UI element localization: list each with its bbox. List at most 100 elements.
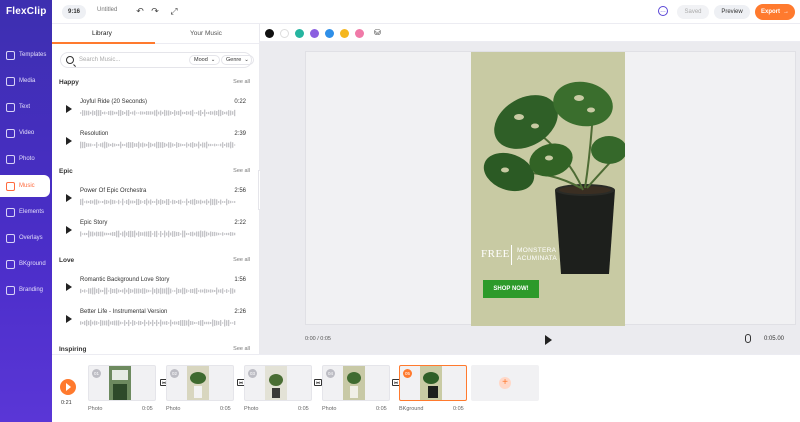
sidebar-item-branding[interactable]: Branding <box>0 279 52 301</box>
export-button[interactable]: Export → <box>755 4 795 20</box>
color-swatch[interactable] <box>280 29 289 38</box>
waveform[interactable] <box>80 230 236 238</box>
play-icon[interactable] <box>545 335 552 345</box>
undo-icon[interactable]: ↶ <box>134 5 146 17</box>
waveform-bar <box>90 319 92 327</box>
list-item[interactable]: Resolution 2:39 <box>52 129 259 159</box>
color-swatch[interactable] <box>325 29 334 38</box>
waveform-bar <box>202 111 204 115</box>
timeline-clip[interactable]: 04 <box>322 365 390 401</box>
waveform-bar <box>106 200 108 204</box>
waveform-bar <box>136 112 138 114</box>
sidebar-item-photo[interactable]: Photo <box>0 148 52 170</box>
genre-dropdown[interactable]: Genre ⌄ <box>221 55 254 65</box>
transition-icon[interactable]: ⧓ <box>314 379 322 386</box>
waveform-bar <box>94 199 96 205</box>
play-icon[interactable] <box>66 137 72 145</box>
waveform-bar <box>144 111 146 115</box>
waveform[interactable] <box>80 287 236 295</box>
waveform-bar <box>102 201 104 203</box>
waveform[interactable] <box>80 198 236 206</box>
color-swatch[interactable] <box>295 29 304 38</box>
waveform-bar <box>222 142 224 148</box>
see-all-inspiring[interactable]: See all <box>233 346 250 352</box>
play-icon[interactable] <box>66 315 72 323</box>
color-swatch[interactable] <box>265 29 274 38</box>
sidebar-item-video[interactable]: Video <box>0 122 52 144</box>
waveform-bar <box>152 233 154 235</box>
preview-button[interactable]: Preview <box>714 5 750 19</box>
timeline-clip[interactable]: 01 <box>88 365 156 401</box>
redo-icon[interactable]: ↷ <box>149 5 161 17</box>
sidebar-item-text[interactable]: Text <box>0 96 52 118</box>
sidebar-item-music[interactable]: Music <box>0 175 50 197</box>
timeline-clip[interactable]: 02 <box>166 365 234 401</box>
see-all-happy[interactable]: See all <box>233 79 250 85</box>
list-item[interactable]: Joyful Ride (20 Seconds) 0:22 <box>52 97 259 127</box>
waveform[interactable] <box>80 319 236 327</box>
waveform-bar <box>100 110 102 116</box>
color-swatch[interactable] <box>355 29 364 38</box>
waveform-bar <box>82 233 84 235</box>
waveform-bar <box>196 231 198 237</box>
flexclip-logo[interactable]: FlexClip <box>6 6 47 17</box>
waveform-bar <box>194 198 196 206</box>
sidebar-item-templates[interactable]: Templates <box>0 44 52 66</box>
shop-now-button[interactable]: SHOP NOW! <box>483 280 539 298</box>
waveform-bar <box>218 321 220 325</box>
waveform-bar <box>98 322 100 324</box>
waveform-bar <box>142 201 144 203</box>
list-item[interactable]: Romantic Background Love Story 1:56 <box>52 275 259 305</box>
free-text[interactable]: FREE <box>481 248 510 260</box>
waveform-bar <box>156 198 158 206</box>
color-swatch[interactable] <box>340 29 349 38</box>
list-item[interactable]: Power Of Epic Orchestra 2:56 <box>52 186 259 216</box>
waveform-bar <box>162 141 164 149</box>
waveform-bar <box>120 109 122 117</box>
search-input[interactable]: Search Music... <box>79 57 120 63</box>
sidebar-item-overlays[interactable]: Overlays <box>0 227 52 249</box>
waveform-bar <box>234 321 236 325</box>
play-icon[interactable] <box>66 105 72 113</box>
timeline-clip-selected[interactable]: 05 <box>399 365 467 401</box>
waveform-bar <box>174 321 176 325</box>
feedback-icon[interactable]: … <box>658 6 668 16</box>
artboard[interactable]: FREE MONSTERA ACUMINATA SHOP NOW! <box>471 52 625 326</box>
fullscreen-icon[interactable]: ⤢ <box>168 5 180 17</box>
waveform-bar <box>154 143 156 147</box>
see-all-love[interactable]: See all <box>233 257 250 263</box>
waveform[interactable] <box>80 109 236 117</box>
play-icon[interactable] <box>66 283 72 291</box>
see-all-epic[interactable]: See all <box>233 168 250 174</box>
music-search-box[interactable]: Search Music... Mood ⌄ Genre ⌄ <box>60 52 254 68</box>
waveform-bar <box>158 322 160 324</box>
play-icon[interactable] <box>66 226 72 234</box>
microphone-icon[interactable] <box>745 334 751 343</box>
waveform-bar <box>118 199 120 205</box>
list-item[interactable]: Better Life - Instrumental Version 2:26 <box>52 307 259 337</box>
play-icon[interactable] <box>66 194 72 202</box>
waveform-bar <box>104 320 106 326</box>
timeline-clip[interactable]: 03 <box>244 365 312 401</box>
waveform-bar <box>162 111 164 115</box>
sidebar-item-background[interactable]: BKground <box>0 253 52 275</box>
aspect-ratio-button[interactable]: 9:16 <box>62 5 86 19</box>
tab-your-music[interactable]: Your Music <box>190 30 222 37</box>
waveform[interactable] <box>80 141 236 149</box>
color-swatch[interactable] <box>310 29 319 38</box>
product-name[interactable]: MONSTERA ACUMINATA <box>517 247 557 263</box>
sidebar-item-elements[interactable]: Elements <box>0 201 52 223</box>
paint-bucket-icon[interactable]: ⛁ <box>374 28 381 37</box>
list-item[interactable]: Epic Story 2:22 <box>52 218 259 248</box>
timeline-play-button[interactable] <box>60 379 76 395</box>
sidebar-item-label: Templates <box>19 52 47 58</box>
saved-button[interactable]: Saved <box>677 5 709 19</box>
waveform-bar <box>204 230 206 238</box>
project-name[interactable]: Untitled <box>97 7 117 13</box>
mood-dropdown[interactable]: Mood ⌄ <box>189 55 221 65</box>
tab-library[interactable]: Library <box>92 30 112 37</box>
waveform-bar <box>112 288 114 294</box>
add-clip-button[interactable]: + <box>471 365 539 401</box>
sidebar-item-media[interactable]: Media <box>0 70 52 92</box>
timeline: 0:21 01 Photo 0:05 ⧓ 02 Photo 0:05 ⧓ 03 … <box>52 354 800 422</box>
